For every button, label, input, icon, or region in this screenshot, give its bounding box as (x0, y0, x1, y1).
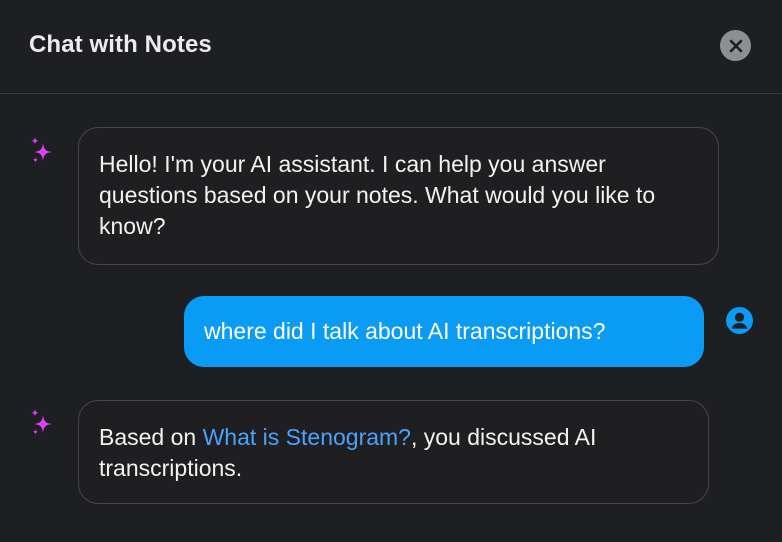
chat-header: Chat with Notes (0, 0, 782, 94)
close-button[interactable] (720, 30, 751, 61)
message-text: where did I talk about AI transcriptions… (204, 318, 606, 344)
assistant-message: Hello! I'm your AI assistant. I can help… (78, 127, 719, 265)
note-link[interactable]: What is Stenogram? (203, 424, 411, 450)
assistant-message: Based on What is Stenogram?, you discuss… (78, 400, 709, 504)
user-message: where did I talk about AI transcriptions… (184, 296, 704, 367)
chat-with-notes-window: Chat with Notes Hello! I'm your AI assis… (0, 0, 782, 542)
close-icon (729, 39, 742, 52)
sparkle-icon (31, 137, 52, 163)
message-text: Hello! I'm your AI assistant. I can help… (99, 151, 656, 239)
sparkle-icon (31, 409, 52, 435)
page-title: Chat with Notes (29, 31, 212, 58)
user-avatar-icon (726, 307, 753, 334)
message-prefix: Based on (99, 424, 203, 450)
